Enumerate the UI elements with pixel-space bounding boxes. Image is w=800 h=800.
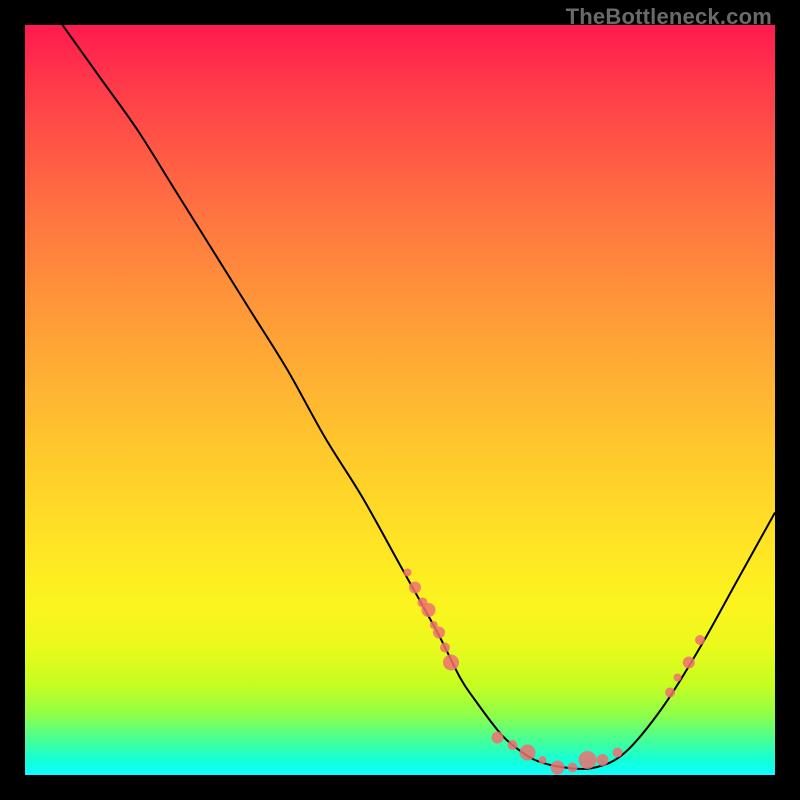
watermark-text: TheBottleneck.com [566, 4, 772, 30]
data-marker [683, 657, 695, 669]
bottleneck-curve-path [63, 25, 776, 769]
chart-frame: TheBottleneck.com [0, 0, 800, 800]
plot-area [25, 25, 775, 775]
data-marker [430, 621, 438, 629]
data-marker [597, 754, 609, 766]
data-marker [665, 688, 675, 698]
data-marker [418, 598, 428, 608]
data-marker [613, 748, 623, 758]
data-marker [508, 740, 518, 750]
data-marker [568, 763, 578, 773]
data-marker [404, 569, 412, 577]
data-marker [422, 603, 436, 617]
data-marker [440, 643, 450, 653]
data-marker [695, 635, 705, 645]
data-marker [520, 745, 536, 761]
marker-group [404, 569, 706, 775]
data-marker [433, 627, 445, 639]
data-marker [492, 732, 504, 744]
data-marker [579, 751, 597, 769]
data-marker [551, 761, 565, 775]
data-marker [674, 674, 682, 682]
data-marker [443, 655, 459, 671]
data-marker [539, 756, 547, 764]
chart-svg [25, 25, 775, 775]
data-marker [409, 582, 421, 594]
